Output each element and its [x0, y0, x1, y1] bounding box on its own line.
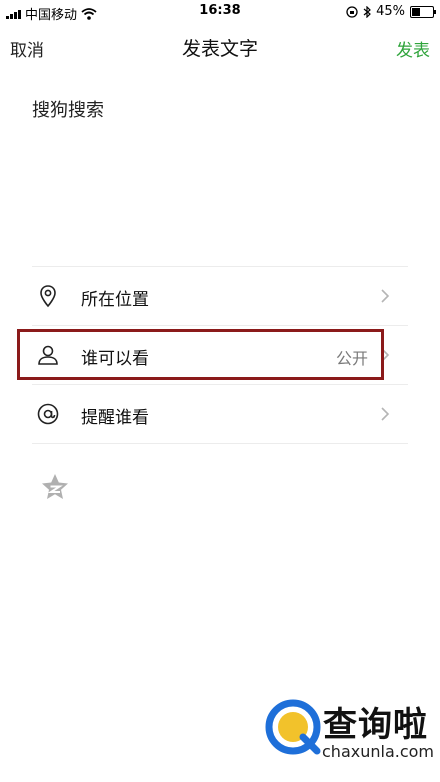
mention-row[interactable]: 提醒谁看: [32, 385, 408, 443]
status-right: 45%: [346, 4, 436, 19]
bluetooth-icon: [363, 5, 371, 18]
mention-label: 提醒谁看: [81, 408, 149, 428]
location-pin-icon: [40, 285, 56, 308]
battery-icon: [410, 5, 436, 18]
page-title: 发表文字: [181, 38, 258, 60]
location-label: 所在位置: [81, 290, 149, 310]
divider: [32, 443, 408, 444]
compose-text-input[interactable]: 搜狗搜索: [32, 96, 104, 122]
watermark-logo-icon: [265, 699, 321, 755]
highlight-box: [17, 329, 384, 380]
at-sign-icon: [37, 403, 59, 425]
battery-percent: 45%: [376, 4, 405, 19]
chevron-right-icon: [381, 407, 390, 421]
rotation-lock-icon: [346, 5, 358, 18]
location-row[interactable]: 所在位置: [32, 267, 408, 325]
watermark-name: 查询啦: [323, 705, 428, 745]
watermark-url: chaxunla.com: [322, 742, 434, 761]
chevron-right-icon: [381, 289, 390, 303]
status-bar: 中国移动 16:38 45%: [0, 0, 440, 24]
watermark: 查询啦 chaxunla.com: [265, 697, 435, 772]
star-sticker-icon[interactable]: [40, 472, 70, 502]
post-button[interactable]: 发表: [396, 36, 430, 61]
nav-bar: 取消 发表文字 发表: [0, 28, 440, 66]
